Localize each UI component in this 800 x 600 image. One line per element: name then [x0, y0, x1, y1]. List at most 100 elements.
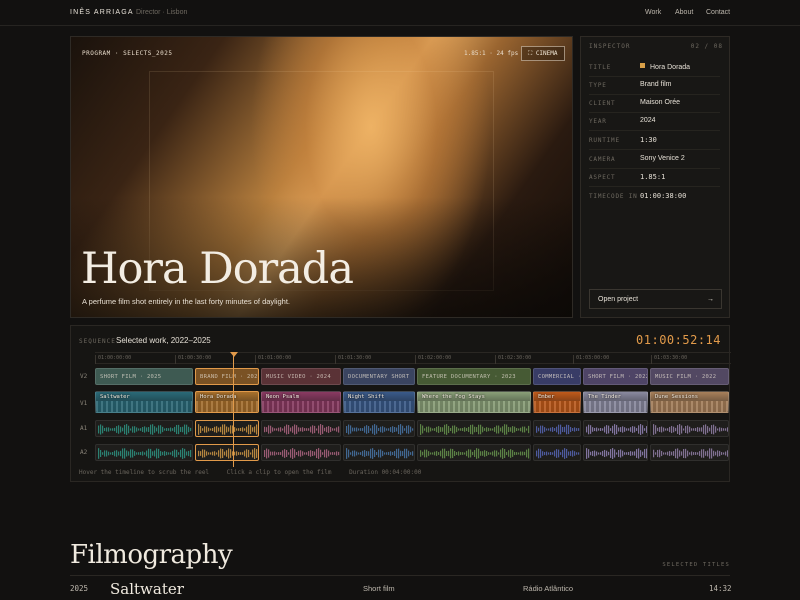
clip-label: Hora Dorada	[200, 394, 237, 400]
a1-clip[interactable]	[650, 420, 729, 437]
a1-clip[interactable]	[533, 420, 581, 437]
v2-clip[interactable]: DOCUMENTARY SHORT · 2023	[343, 368, 415, 385]
inspector-row-timecode: TIMECODE IN 01:00:38:00	[589, 188, 720, 206]
waveform	[98, 448, 192, 459]
a2-clip[interactable]	[95, 444, 193, 461]
waveform	[420, 448, 530, 459]
v1-clip[interactable]: Where the Fog Stays	[417, 391, 531, 413]
v2-clip[interactable]: FEATURE DOCUMENTARY · 2023	[417, 368, 531, 385]
a2-clip[interactable]	[583, 444, 648, 461]
v1-clip[interactable]: Ember	[533, 391, 581, 413]
v1-clip[interactable]: Neon Psalm	[261, 391, 341, 413]
a1-clip[interactable]	[417, 420, 531, 437]
v2-clip[interactable]: SHORT FILM · 2022	[583, 368, 648, 385]
waveform	[198, 424, 258, 435]
playhead-handle[interactable]	[230, 352, 238, 357]
arrow-right-icon: →	[707, 296, 714, 303]
filmography-heading: Filmography	[70, 540, 233, 570]
thumbnail-strip	[96, 401, 192, 412]
clip-label: DOCUMENTARY SHORT · 2023	[348, 374, 414, 380]
a2-clip[interactable]	[343, 444, 415, 461]
inspector-value: 1.85:1	[640, 173, 666, 181]
program-monitor[interactable]: PROGRAM · SELECTS_2025 1.85:1 · 24 fps ⛶…	[70, 36, 573, 318]
ruler-tick: 01:02:30:00	[495, 355, 531, 364]
sequence-timeline[interactable]: SEQUENCE Selected work, 2022–2025 01:00:…	[70, 325, 731, 482]
v2-clip[interactable]: BRAND FILM · 2024	[195, 368, 259, 385]
a2-clip[interactable]	[417, 444, 531, 461]
brand-name[interactable]: INÊS ARRIAGA	[70, 9, 134, 16]
a1-clip[interactable]	[95, 420, 193, 437]
v2-clip[interactable]: MUSIC VIDEO · 2024	[261, 368, 341, 385]
footer-duration: Duration 00:04:00:00	[349, 469, 422, 476]
a1-clip[interactable]	[343, 420, 415, 437]
clip-label: Night Shift	[348, 394, 385, 400]
v2-clip[interactable]: COMMERCIAL · 2022	[533, 368, 581, 385]
v2-clip[interactable]: MUSIC FILM · 2022	[650, 368, 729, 385]
clip-label: SHORT FILM · 2022	[588, 374, 648, 380]
inspector-row-client: CLIENT Maison Orée	[589, 95, 720, 113]
clip-label: The Tinder	[588, 394, 622, 400]
inspector-row-aspect: ASPECT 1.85:1	[589, 169, 720, 187]
timeline-ruler[interactable]: 01:00:00:00 01:00:30:00 01:01:00:00 01:01:3…	[95, 352, 731, 364]
track-label-v2: V2	[80, 373, 88, 380]
sequence-title: Selected work, 2022–2025	[116, 336, 211, 345]
filmography-subheading: SELECTED TITLES	[662, 562, 730, 568]
cinema-button-label: CINEMA	[535, 50, 558, 57]
ruler-tick: 01:00:30:00	[175, 355, 211, 364]
inspector-title: INSPECTOR	[589, 43, 631, 50]
waveform	[586, 424, 647, 435]
waveform	[536, 424, 580, 435]
sequence-timecode: 01:00:52:14	[636, 333, 721, 347]
a2-clip[interactable]	[650, 444, 729, 461]
color-swatch	[640, 63, 645, 68]
a1-clip[interactable]	[261, 420, 341, 437]
inspector-key: YEAR	[589, 118, 607, 125]
waveform	[346, 424, 414, 435]
ruler-tick: 01:00:00:00	[95, 355, 131, 364]
a2-clip[interactable]	[261, 444, 341, 461]
v1-clip[interactable]: Night Shift	[343, 391, 415, 413]
brand-role: Director · Lisbon	[136, 9, 188, 16]
a2-clip[interactable]	[195, 444, 259, 461]
v2-clip[interactable]: SHORT FILM · 2025	[95, 368, 193, 385]
v1-clip[interactable]: Saltwater	[95, 391, 193, 413]
inspector-value: Hora Dorada	[640, 63, 690, 71]
thumbnail-strip	[262, 401, 340, 412]
top-nav: INÊS ARRIAGA Director · Lisbon Work Abou…	[0, 0, 800, 26]
inspector-value: Brand film	[640, 81, 672, 88]
thumbnail-strip	[651, 401, 728, 412]
v1-clip[interactable]: The Tinder	[583, 391, 648, 413]
open-project-button[interactable]: Open project →	[589, 289, 722, 309]
a1-clip[interactable]	[195, 420, 259, 437]
playhead[interactable]	[233, 353, 234, 467]
ruler-tick: 01:01:00:00	[255, 355, 291, 364]
inspector-value: Sony Venice 2	[640, 155, 685, 162]
cinema-mode-button[interactable]: ⛶ CINEMA	[521, 46, 565, 61]
waveform	[420, 424, 530, 435]
inspector-row-type: TYPE Brand film	[589, 77, 720, 95]
film-row-title[interactable]: Saltwater	[110, 580, 184, 598]
thumbnail-strip	[584, 401, 647, 412]
clip-label: SHORT FILM · 2025	[100, 374, 162, 380]
inspector-header: INSPECTOR 02 / 08	[589, 43, 723, 50]
track-label-v1: V1	[80, 400, 88, 407]
inspector-key: TITLE	[589, 64, 612, 71]
clip-label: MUSIC FILM · 2022	[655, 374, 717, 380]
sequence-label: SEQUENCE	[79, 338, 116, 345]
inspector-count: 02 / 08	[690, 43, 723, 50]
v1-clip[interactable]: Hora Dorada	[195, 391, 259, 413]
a2-clip[interactable]	[533, 444, 581, 461]
inspector-key: CLIENT	[589, 100, 616, 107]
clip-label: BRAND FILM · 2024	[200, 374, 259, 380]
inspector-row-camera: CAMERA Sony Venice 2	[589, 151, 720, 169]
expand-icon: ⛶	[528, 50, 536, 57]
footer-hint-click: Click a clip to open the film	[226, 469, 332, 476]
nav-link-contact[interactable]: Contact	[706, 9, 730, 16]
a1-clip[interactable]	[583, 420, 648, 437]
film-description: A perfume film shot entirely in the last…	[82, 297, 291, 306]
nav-link-about[interactable]: About	[675, 9, 693, 16]
nav-link-work[interactable]: Work	[645, 9, 661, 16]
v1-clip[interactable]: Dune Sessions	[650, 391, 729, 413]
waveform	[653, 448, 728, 459]
inspector-key: TIMECODE IN	[589, 193, 638, 200]
